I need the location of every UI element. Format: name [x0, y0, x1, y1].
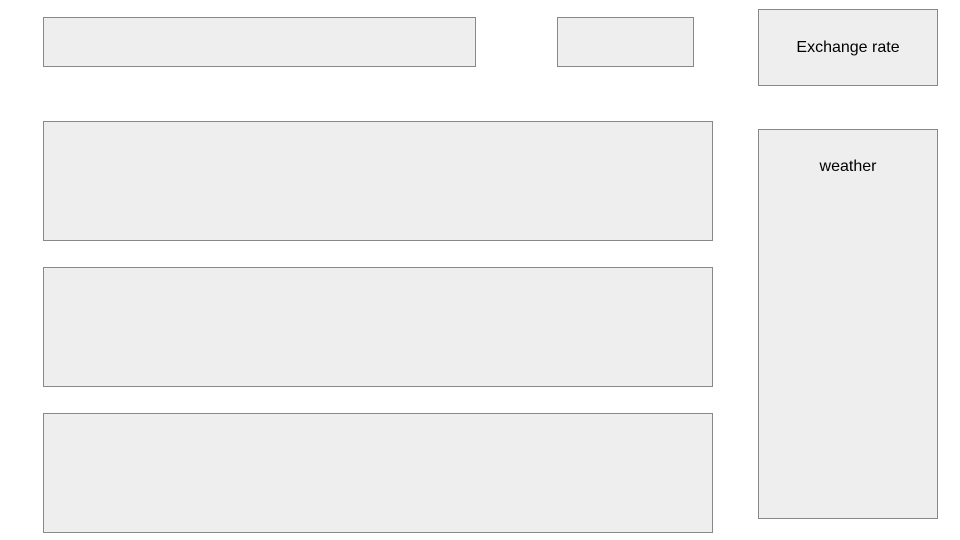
weather-widget: weather	[758, 129, 938, 519]
content-row-1	[43, 121, 713, 241]
weather-label: weather	[820, 158, 877, 518]
header-left-box	[43, 17, 476, 67]
content-row-3	[43, 413, 713, 533]
content-row-2	[43, 267, 713, 387]
header-right-box	[557, 17, 694, 67]
exchange-rate-label: Exchange rate	[796, 39, 899, 57]
exchange-rate-widget: Exchange rate	[758, 9, 938, 86]
